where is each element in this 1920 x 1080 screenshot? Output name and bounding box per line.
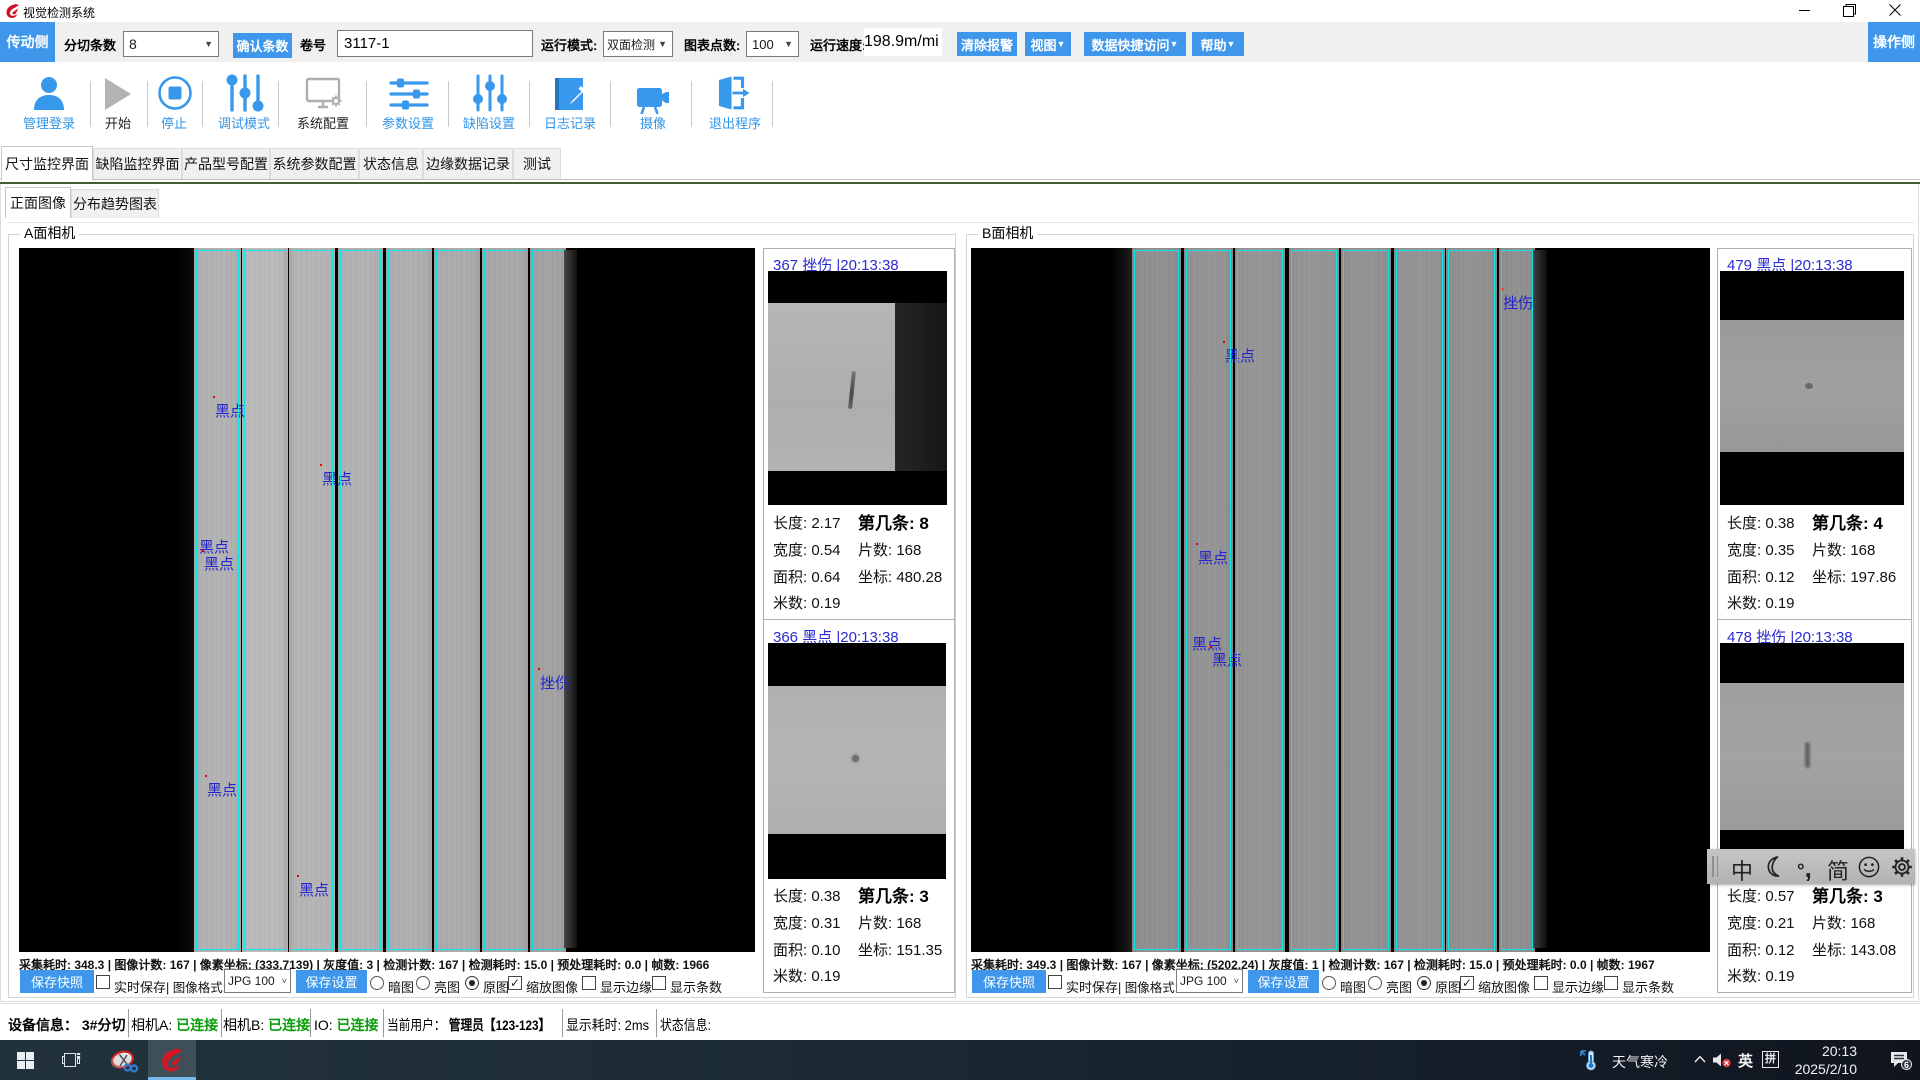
svg-text:6: 6 bbox=[1904, 1060, 1909, 1070]
